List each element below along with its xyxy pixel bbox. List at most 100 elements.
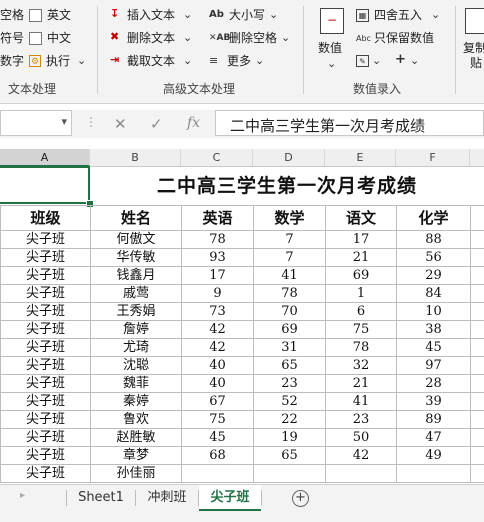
column-header-g[interactable] [470, 149, 484, 167]
confirm-icon[interactable]: ✓ [150, 115, 163, 133]
table-cell[interactable]: 尖子班 [0, 446, 91, 465]
keep-value-button[interactable]: 只保留数值 [374, 31, 434, 45]
extract-text-button[interactable]: 截取文本 [127, 54, 175, 68]
table-cell[interactable]: 尖子班 [0, 392, 91, 411]
chevron-down-icon[interactable]: ⌄ [183, 32, 192, 44]
chinese-checkbox[interactable] [29, 32, 42, 45]
table-cell[interactable]: 1 [325, 284, 397, 303]
header-cell[interactable]: 姓名 [90, 205, 182, 231]
table-cell[interactable]: 詹婷 [90, 320, 182, 339]
symbol-option[interactable]: 符号 [0, 31, 24, 45]
header-cell[interactable]: 班级 [0, 205, 91, 231]
table-cell[interactable]: 73 [181, 302, 254, 321]
table-cell[interactable]: 尖子班 [0, 428, 91, 447]
table-cell[interactable]: 7 [253, 230, 326, 249]
empty-cell[interactable] [470, 266, 484, 285]
table-cell[interactable]: 钱鑫月 [90, 266, 182, 285]
table-cell[interactable]: 章梦 [90, 446, 182, 465]
add-icon[interactable]: + [395, 53, 406, 66]
table-cell[interactable]: 尖子班 [0, 464, 91, 483]
cancel-icon[interactable]: ✕ [114, 115, 127, 133]
table-cell[interactable]: 67 [181, 392, 254, 411]
table-cell[interactable]: 42 [181, 320, 254, 339]
table-cell[interactable]: 42 [181, 338, 254, 357]
table-cell[interactable]: 40 [181, 374, 254, 393]
chevron-down-icon[interactable]: ⌄ [431, 9, 440, 21]
table-cell[interactable]: 49 [396, 446, 471, 465]
table-cell[interactable]: 7 [253, 248, 326, 267]
table-cell[interactable]: 22 [253, 410, 326, 429]
table-cell[interactable]: 尖子班 [0, 302, 91, 321]
empty-cell[interactable] [470, 392, 484, 411]
table-cell[interactable]: 78 [325, 338, 397, 357]
table-cell[interactable]: 魏菲 [90, 374, 182, 393]
table-cell[interactable]: 39 [396, 392, 471, 411]
table-cell[interactable]: 40 [181, 356, 254, 375]
table-cell[interactable]: 75 [181, 410, 254, 429]
table-cell[interactable]: 9 [181, 284, 254, 303]
table-cell[interactable]: 孙佳丽 [90, 464, 182, 483]
table-cell[interactable]: 56 [396, 248, 471, 267]
number-option[interactable]: 数字 [0, 54, 24, 68]
chevron-down-icon[interactable]: ▾ [61, 115, 67, 128]
table-cell[interactable]: 尤琦 [90, 338, 182, 357]
table-cell[interactable]: 38 [396, 320, 471, 339]
paste-button[interactable]: 贴 [470, 56, 482, 70]
table-cell[interactable]: 42 [325, 446, 397, 465]
empty-cell[interactable] [470, 205, 484, 231]
table-cell[interactable]: 何傲文 [90, 230, 182, 249]
table-cell[interactable]: 23 [325, 410, 397, 429]
chevron-down-icon[interactable]: ⌄ [281, 32, 290, 44]
table-cell[interactable]: 尖子班 [0, 284, 91, 303]
table-cell[interactable]: 65 [253, 356, 326, 375]
table-cell[interactable]: 尖子班 [0, 356, 91, 375]
table-cell[interactable]: 尖子班 [0, 320, 91, 339]
table-cell[interactable]: 41 [325, 392, 397, 411]
table-cell[interactable] [325, 464, 397, 483]
tab-sprint-class[interactable]: 冲刺班 [136, 485, 198, 511]
empty-cell[interactable] [470, 338, 484, 357]
delete-space-button[interactable]: 删除空格 [229, 31, 277, 45]
fill-icon[interactable]: ✎ [356, 55, 369, 67]
execute-button[interactable]: 执行 [46, 54, 70, 68]
header-cell[interactable]: 数学 [253, 205, 326, 231]
delete-text-button[interactable]: 删除文本 [127, 31, 175, 45]
table-cell[interactable]: 84 [396, 284, 471, 303]
empty-cell[interactable] [470, 284, 484, 303]
table-cell[interactable]: 97 [396, 356, 471, 375]
table-cell[interactable]: 6 [325, 302, 397, 321]
tab-scroll-left-icon[interactable]: ▸ [20, 490, 25, 501]
table-cell[interactable]: 45 [181, 428, 254, 447]
chevron-down-icon[interactable]: ⌄ [372, 55, 381, 67]
empty-cell[interactable] [470, 230, 484, 249]
chevron-down-icon[interactable]: ⌄ [255, 55, 264, 67]
empty-cell[interactable] [470, 374, 484, 393]
table-cell[interactable]: 鲁欢 [90, 410, 182, 429]
function-icon[interactable]: fx [187, 115, 200, 131]
add-sheet-icon[interactable]: + [292, 490, 309, 507]
round-button[interactable]: 四舍五入 [374, 8, 422, 22]
empty-cell[interactable] [470, 410, 484, 429]
formula-input[interactable]: 二中高三学生第一次月考成绩 [215, 110, 484, 136]
table-cell[interactable] [181, 464, 254, 483]
column-header-e[interactable]: E [325, 149, 396, 167]
table-cell[interactable]: 沈聪 [90, 356, 182, 375]
column-header-d[interactable]: D [253, 149, 325, 167]
empty-cell[interactable] [470, 320, 484, 339]
table-cell[interactable]: 17 [325, 230, 397, 249]
table-cell[interactable]: 78 [181, 230, 254, 249]
table-cell[interactable]: 75 [325, 320, 397, 339]
chevron-down-icon[interactable]: ⌄ [327, 58, 336, 70]
chevron-down-icon[interactable]: ⌄ [77, 55, 86, 67]
table-cell[interactable]: 23 [253, 374, 326, 393]
insert-text-button[interactable]: 插入文本 [127, 8, 175, 22]
table-cell[interactable]: 78 [253, 284, 326, 303]
table-cell[interactable]: 70 [253, 302, 326, 321]
column-header-a[interactable]: A [0, 149, 90, 167]
tab-top-class[interactable]: 尖子班 [199, 485, 261, 511]
table-cell[interactable]: 尖子班 [0, 248, 91, 267]
space-option[interactable]: 空格 [0, 8, 24, 22]
column-header-b[interactable]: B [90, 149, 181, 167]
table-cell[interactable]: 华传敏 [90, 248, 182, 267]
table-cell[interactable]: 68 [181, 446, 254, 465]
